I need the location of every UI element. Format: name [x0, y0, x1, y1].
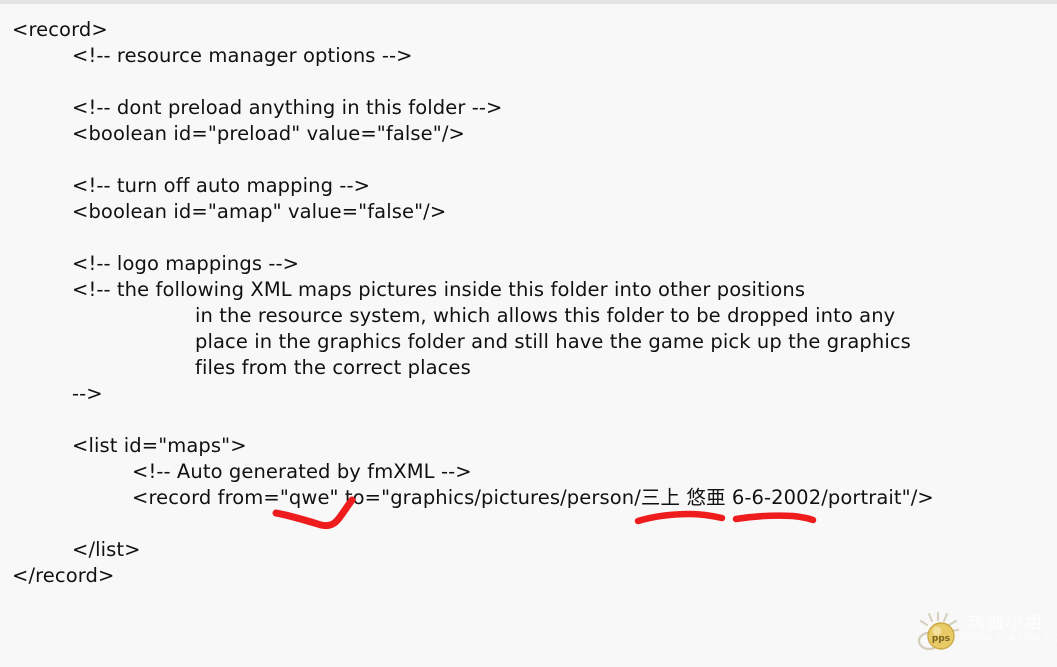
code-line: <!-- resource manager options --> [72, 44, 413, 67]
code-line: files from the correct places [195, 356, 471, 379]
watermark-url-label: WWW.PLAYGM.CC [961, 633, 1057, 644]
pps-logo-label: pps [932, 634, 950, 644]
code-line: </list> [72, 538, 141, 561]
window-top-edge [0, 0, 1057, 4]
watermark: pps 热血小组 WWW.PLAYGM.CC [899, 605, 1057, 663]
code-line: <boolean id="preload" value="false"/> [72, 122, 465, 145]
code-line: <!-- the following XML maps pictures ins… [72, 278, 806, 301]
code-line: --> [72, 382, 103, 405]
code-line: </record> [12, 564, 115, 587]
code-line: <record> [12, 18, 108, 41]
code-line: <!-- Auto generated by fmXML --> [132, 460, 472, 483]
code-line: <boolean id="amap" value="false"/> [72, 200, 447, 223]
screenshot-page: <record> <!-- resource manager options --… [0, 0, 1057, 667]
pps-logo-icon: pps [917, 612, 959, 651]
watermark-cjk-label: 热血小组 [968, 613, 1044, 633]
code-line: <!-- dont preload anything in this folde… [72, 96, 503, 119]
code-line: <!-- turn off auto mapping --> [72, 174, 371, 197]
code-line: <record from="qwe" to="graphics/pictures… [132, 486, 934, 509]
code-line: <list id="maps"> [72, 434, 247, 457]
watermark-text: 热血小组 WWW.PLAYGM.CC [961, 613, 1057, 645]
code-line: in the resource system, which allows thi… [195, 304, 896, 327]
xml-code-block: <record> <!-- resource manager options --… [0, 17, 1057, 589]
code-line: <!-- logo mappings --> [72, 252, 300, 275]
code-line: place in the graphics folder and still h… [195, 330, 911, 353]
